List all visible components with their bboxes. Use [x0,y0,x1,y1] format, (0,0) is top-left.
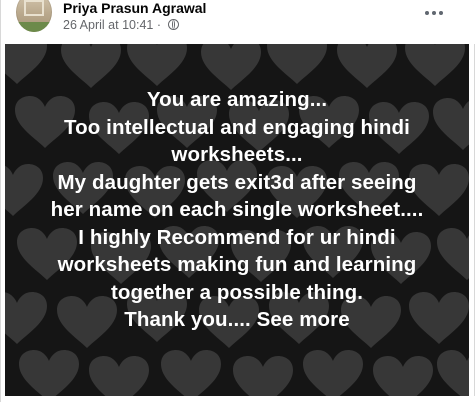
see-more-line[interactable]: Thank you.... See more [5,306,469,334]
post-header: Priya Prasun Agrawal 26 April at 10:41 · [1,0,475,44]
more-options-icon[interactable] [421,0,447,26]
post-background[interactable]: You are amazing... Too intellectual and … [5,44,469,396]
post-text-line: her name on each single worksheet.... [50,198,424,221]
meta-separator: · [156,18,162,32]
post-text: You are amazing... Too intellectual and … [5,86,469,334]
post-text-line: Too intellectual and engaging hindi [64,115,410,139]
post-text-line: My daughter gets exit3d after seeing [57,170,417,194]
post-text-line: together a possible thing. [110,280,364,304]
author-avatar[interactable] [16,0,52,32]
card-bottom-edge [1,396,475,402]
post-meta: 26 April at 10:41 · [63,17,179,33]
author-name[interactable]: Priya Prasun Agrawal [63,0,206,17]
post-text-line: worksheets... [171,143,303,166]
post-text-line: I highly Recommend for ur hindi [78,225,396,249]
post-timestamp[interactable]: 26 April at 10:41 [63,18,153,32]
globe-icon [167,19,179,30]
post-text-line: You are amazing... [146,88,328,111]
avatar-image-frame [24,0,44,16]
post-card: Priya Prasun Agrawal 26 April at 10:41 · [0,0,475,402]
avatar-image-band [16,22,52,32]
post-text-line: worksheets making fun and learning [57,253,417,276]
